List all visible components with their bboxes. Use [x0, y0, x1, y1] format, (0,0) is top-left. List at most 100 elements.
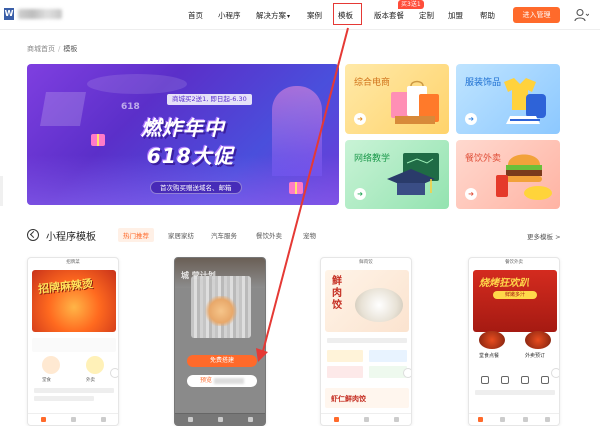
tab-food-delivery[interactable]: 餐饮外卖: [256, 230, 282, 240]
template-hero: 烧烤狂欢趴 鲜嫩多汁: [473, 270, 557, 332]
template-card[interactable]: 招牌菜 招牌麻辣烫 堂食 外卖: [27, 257, 119, 426]
preview-button[interactable]: 预览: [187, 375, 257, 387]
more-templates-link[interactable]: 更多模板 >: [527, 231, 561, 241]
banner-title-line2: 618大促: [147, 144, 234, 168]
template-row: [327, 350, 363, 362]
dine-in-icon: [42, 356, 60, 374]
left-edge-tab[interactable]: [0, 176, 3, 206]
dine-in-label: 堂食: [42, 378, 51, 383]
template-row: [369, 366, 407, 378]
nav-custom[interactable]: 定制: [419, 10, 434, 21]
template-card[interactable]: 餐饮外卖 烧烤狂欢趴 鲜嫩多汁 堂食点餐 外卖预订: [468, 257, 560, 426]
arrow-right-icon: ➜: [354, 188, 366, 200]
dine-in-label: 堂食点餐: [479, 353, 500, 359]
tab-hot-recommend[interactable]: 热门推荐: [118, 228, 154, 242]
burger-drink-icon: [496, 154, 552, 200]
delivery-icon: [525, 331, 551, 349]
clothes-shoe-icon: [504, 78, 546, 124]
template-tabbar: [175, 413, 265, 425]
tab-home-textile[interactable]: 家居家纺: [168, 230, 194, 240]
grid-icon: [541, 376, 549, 384]
nav-solutions[interactable]: 解决方案▾: [256, 10, 290, 21]
chevron-down-icon: ▾: [287, 13, 291, 20]
banner-subtitle: 商城买2送1, 即日起-6.30: [167, 94, 252, 105]
nav-home[interactable]: 首页: [188, 10, 203, 21]
site-logo[interactable]: W: [4, 6, 64, 22]
grid-icon: [501, 376, 509, 384]
banner-building-left: [40, 92, 86, 126]
section-title: 小程序模板: [46, 232, 96, 243]
promo-banner[interactable]: 商城买2送1, 即日起-6.30 燃炸年中 618大促 618 首次购买赠送域名…: [27, 64, 339, 205]
template-row: [369, 350, 407, 362]
side-float-button[interactable]: [110, 368, 118, 378]
nav-solutions-label: 解决方案: [256, 11, 286, 20]
tab-auto-service[interactable]: 汽车服务: [211, 230, 237, 240]
promo-badge: 买3送1: [398, 0, 424, 9]
qr-code-center: [203, 296, 239, 326]
template-hero: 招牌麻辣烫: [32, 270, 116, 332]
arrow-right-icon: ➜: [465, 113, 477, 125]
breadcrumb-separator: /: [58, 45, 61, 53]
template-topbar: 鲜肉饺: [359, 260, 373, 265]
arrow-right-icon: ➜: [354, 113, 366, 125]
template-hero-text: 招牌麻辣烫: [37, 277, 94, 296]
category-online-education[interactable]: 网络教学 ➜: [345, 140, 449, 209]
takeout-label: 外卖: [86, 378, 95, 383]
template-hero: 鲜肉饺: [325, 270, 409, 332]
annotation-highlight-box: [333, 3, 362, 25]
gift-box-icon: [289, 182, 303, 194]
graduation-board-icon: [387, 153, 439, 195]
logo-text-blurred: [18, 9, 62, 19]
nav-miniprogram[interactable]: 小程序: [218, 10, 241, 21]
category-food-delivery[interactable]: 餐饮外卖 ➜: [456, 140, 560, 209]
nav-help[interactable]: 帮助: [480, 10, 495, 21]
preview-label: 预览: [200, 377, 213, 384]
template-tabbar: [469, 413, 559, 425]
side-float-button[interactable]: [551, 368, 559, 378]
takeout-icon: [86, 356, 104, 374]
template-hero-text: 烧烤狂欢趴: [479, 278, 529, 289]
takeout-label: 外卖预订: [525, 353, 546, 359]
enter-admin-button[interactable]: 进入管理: [513, 7, 560, 23]
dine-in-icon: [479, 331, 505, 349]
template-topbar: 餐饮外卖: [505, 260, 523, 265]
category-ecommerce[interactable]: 综合电商 ➜: [345, 64, 449, 134]
template-row: [327, 366, 363, 378]
template-row: [327, 338, 407, 343]
grid-icon: [481, 376, 489, 384]
breadcrumb: 商城首页 / 模板: [27, 44, 77, 54]
template-hero-text: 鲜肉饺: [332, 276, 342, 311]
grid-icon: [521, 376, 529, 384]
template-card[interactable]: 鲜肉饺 鲜肉饺 虾仁鲜肉饺: [320, 257, 412, 426]
free-build-button[interactable]: 免费搭建: [187, 355, 257, 367]
banner-618-tag: 618: [121, 102, 140, 112]
template-card-hovered[interactable]: 城 营计划 免费搭建 预览: [174, 257, 266, 426]
banner-glow: [87, 74, 187, 94]
top-nav-bar: W 首页 小程序 解决方案▾ 案例 模板 版本套餐 买3送1 定制 加盟 帮助 …: [0, 0, 600, 30]
banner-footer-pill: 首次购买赠送域名、邮箱: [150, 181, 242, 194]
template-row: [34, 396, 94, 401]
template-section-icon: [27, 229, 39, 241]
template-promo-band: 虾仁鲜肉饺: [325, 388, 409, 408]
banner-title-line1: 燃炸年中: [141, 116, 225, 140]
user-icon[interactable]: [573, 7, 589, 23]
nav-packages[interactable]: 版本套餐: [374, 10, 404, 21]
template-topbar: 招牌菜: [66, 260, 80, 265]
category-apparel[interactable]: 服装饰品 ➜: [456, 64, 560, 134]
template-tabbar: [321, 413, 411, 425]
template-row: [32, 338, 116, 352]
template-tabbar: [28, 413, 118, 425]
tab-pets[interactable]: 宠物: [303, 230, 316, 240]
blurred-text: [213, 377, 244, 384]
nav-franchise[interactable]: 加盟: [448, 10, 463, 21]
side-float-button[interactable]: [403, 368, 411, 378]
logo-mark: W: [4, 8, 14, 20]
dumpling-dish-image: [355, 288, 403, 322]
template-row: [475, 390, 555, 395]
gift-box-icon: [91, 134, 105, 146]
template-row: [34, 388, 114, 393]
breadcrumb-home[interactable]: 商城首页: [27, 45, 55, 53]
template-hero-pill: 鲜嫩多汁: [493, 291, 537, 299]
nav-cases[interactable]: 案例: [307, 10, 322, 21]
breadcrumb-current: 模板: [63, 45, 78, 53]
